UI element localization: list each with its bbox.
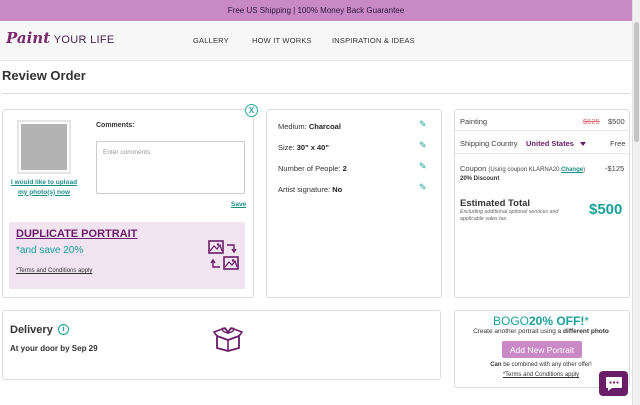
duplicate-photos-icon [208,240,239,270]
gift-box-icon [213,327,243,352]
duplicate-portrait-offer[interactable]: DUPLICATE PORTRAIT *and save 20% *Terms … [9,222,245,289]
change-coupon-link[interactable]: Change [561,167,583,173]
chat-icon [605,376,622,391]
comments-label: Comments: [96,122,135,129]
info-icon[interactable]: i [58,324,69,335]
painting-price: $500 [608,117,625,126]
summary-divider [455,153,629,154]
edit-people-icon[interactable]: ✎ [419,161,427,172]
delivery-date: At your door by Sep 29 [10,344,98,353]
comments-field[interactable] [96,141,245,194]
coupon-discount: 20% Discount [460,176,500,182]
page-title: Review Order [2,68,86,83]
promo-banner: Free US Shipping | 100% Money Back Guara… [0,0,632,21]
duplicate-portrait-subtitle: *and save 20% [16,245,84,256]
add-new-portrait-button[interactable]: Add New Portrait [502,341,582,358]
upload-photo-link[interactable]: I would like to upload my photo(s) now [8,178,80,198]
title-divider [2,93,630,94]
shipping-value: Free [610,139,626,148]
shipping-country-label: Shipping Country [460,139,518,148]
duplicate-terms-link[interactable]: *Terms and Conditions apply [16,268,92,274]
spec-people: Number of People: 2 [278,164,347,173]
estimated-total-note: Excluding additional optional services a… [460,209,559,223]
spec-medium-value: Charcoal [308,122,341,131]
coupon-note: (Using coupon KLARNA20. [488,167,562,173]
site-header: Paint YOUR LIFE GALLERY HOW IT WORKS INS… [0,21,632,61]
shipping-country-value: United States [526,139,574,148]
site-logo[interactable]: Paint YOUR LIFE [6,29,115,47]
spec-people-value: 2 [342,164,347,173]
page-scrollbar[interactable] [632,0,640,405]
nav-how-it-works[interactable]: HOW IT WORKS [252,36,312,45]
estimated-total-value: $500 [589,201,623,218]
specs-card [266,109,442,298]
delivery-title: Delivery [10,324,53,336]
photo-placeholder [17,120,71,174]
promo-banner-text: Free US Shipping | 100% Money Back Guara… [227,6,405,15]
bogo-combine-note: Can be combined with any other offer! [490,362,592,368]
bogo-subtitle: Create another portrait using a differen… [473,328,609,335]
bogo-title: BOGO20% OFF!* [492,314,590,328]
coupon-row: Coupon (Using coupon KLARNA20.Change) [460,164,585,173]
coupon-note-close: ) [583,167,586,173]
painting-label: Painting [460,117,488,126]
edit-size-icon[interactable]: ✎ [419,140,427,151]
logo-paint: Paint [6,29,51,47]
shipping-country-select[interactable]: United States [526,139,586,148]
painting-old-price: $625 [583,117,600,126]
chevron-down-icon [579,142,586,147]
edit-medium-icon[interactable]: ✎ [419,119,427,130]
summary-divider [455,130,629,131]
coupon-label: Coupon [460,164,487,173]
close-icon[interactable]: X [245,104,258,117]
spec-medium: Medium: Charcoal [278,122,341,131]
photo-thumbnail [21,124,67,170]
coupon-value: -$125 [605,164,625,173]
spec-size-value: 30" x 40" [296,143,329,152]
spec-signature-value: No [332,185,343,194]
estimated-total-label: Estimated Total [460,198,531,209]
spec-signature: Artist signature: No [278,185,343,194]
chat-button[interactable] [599,371,628,396]
logo-your-life: YOUR LIFE [53,34,115,46]
spec-size: Size: 30" x 40" [278,143,329,152]
nav-inspiration-ideas[interactable]: INSPIRATION & IDEAS [332,36,415,45]
edit-signature-icon[interactable]: ✎ [419,182,427,193]
duplicate-portrait-title[interactable]: DUPLICATE PORTRAIT [16,228,137,240]
scrollbar-thumb[interactable] [634,22,639,142]
save-comments-link[interactable]: Save [231,201,246,208]
nav-gallery[interactable]: GALLERY [193,36,229,45]
